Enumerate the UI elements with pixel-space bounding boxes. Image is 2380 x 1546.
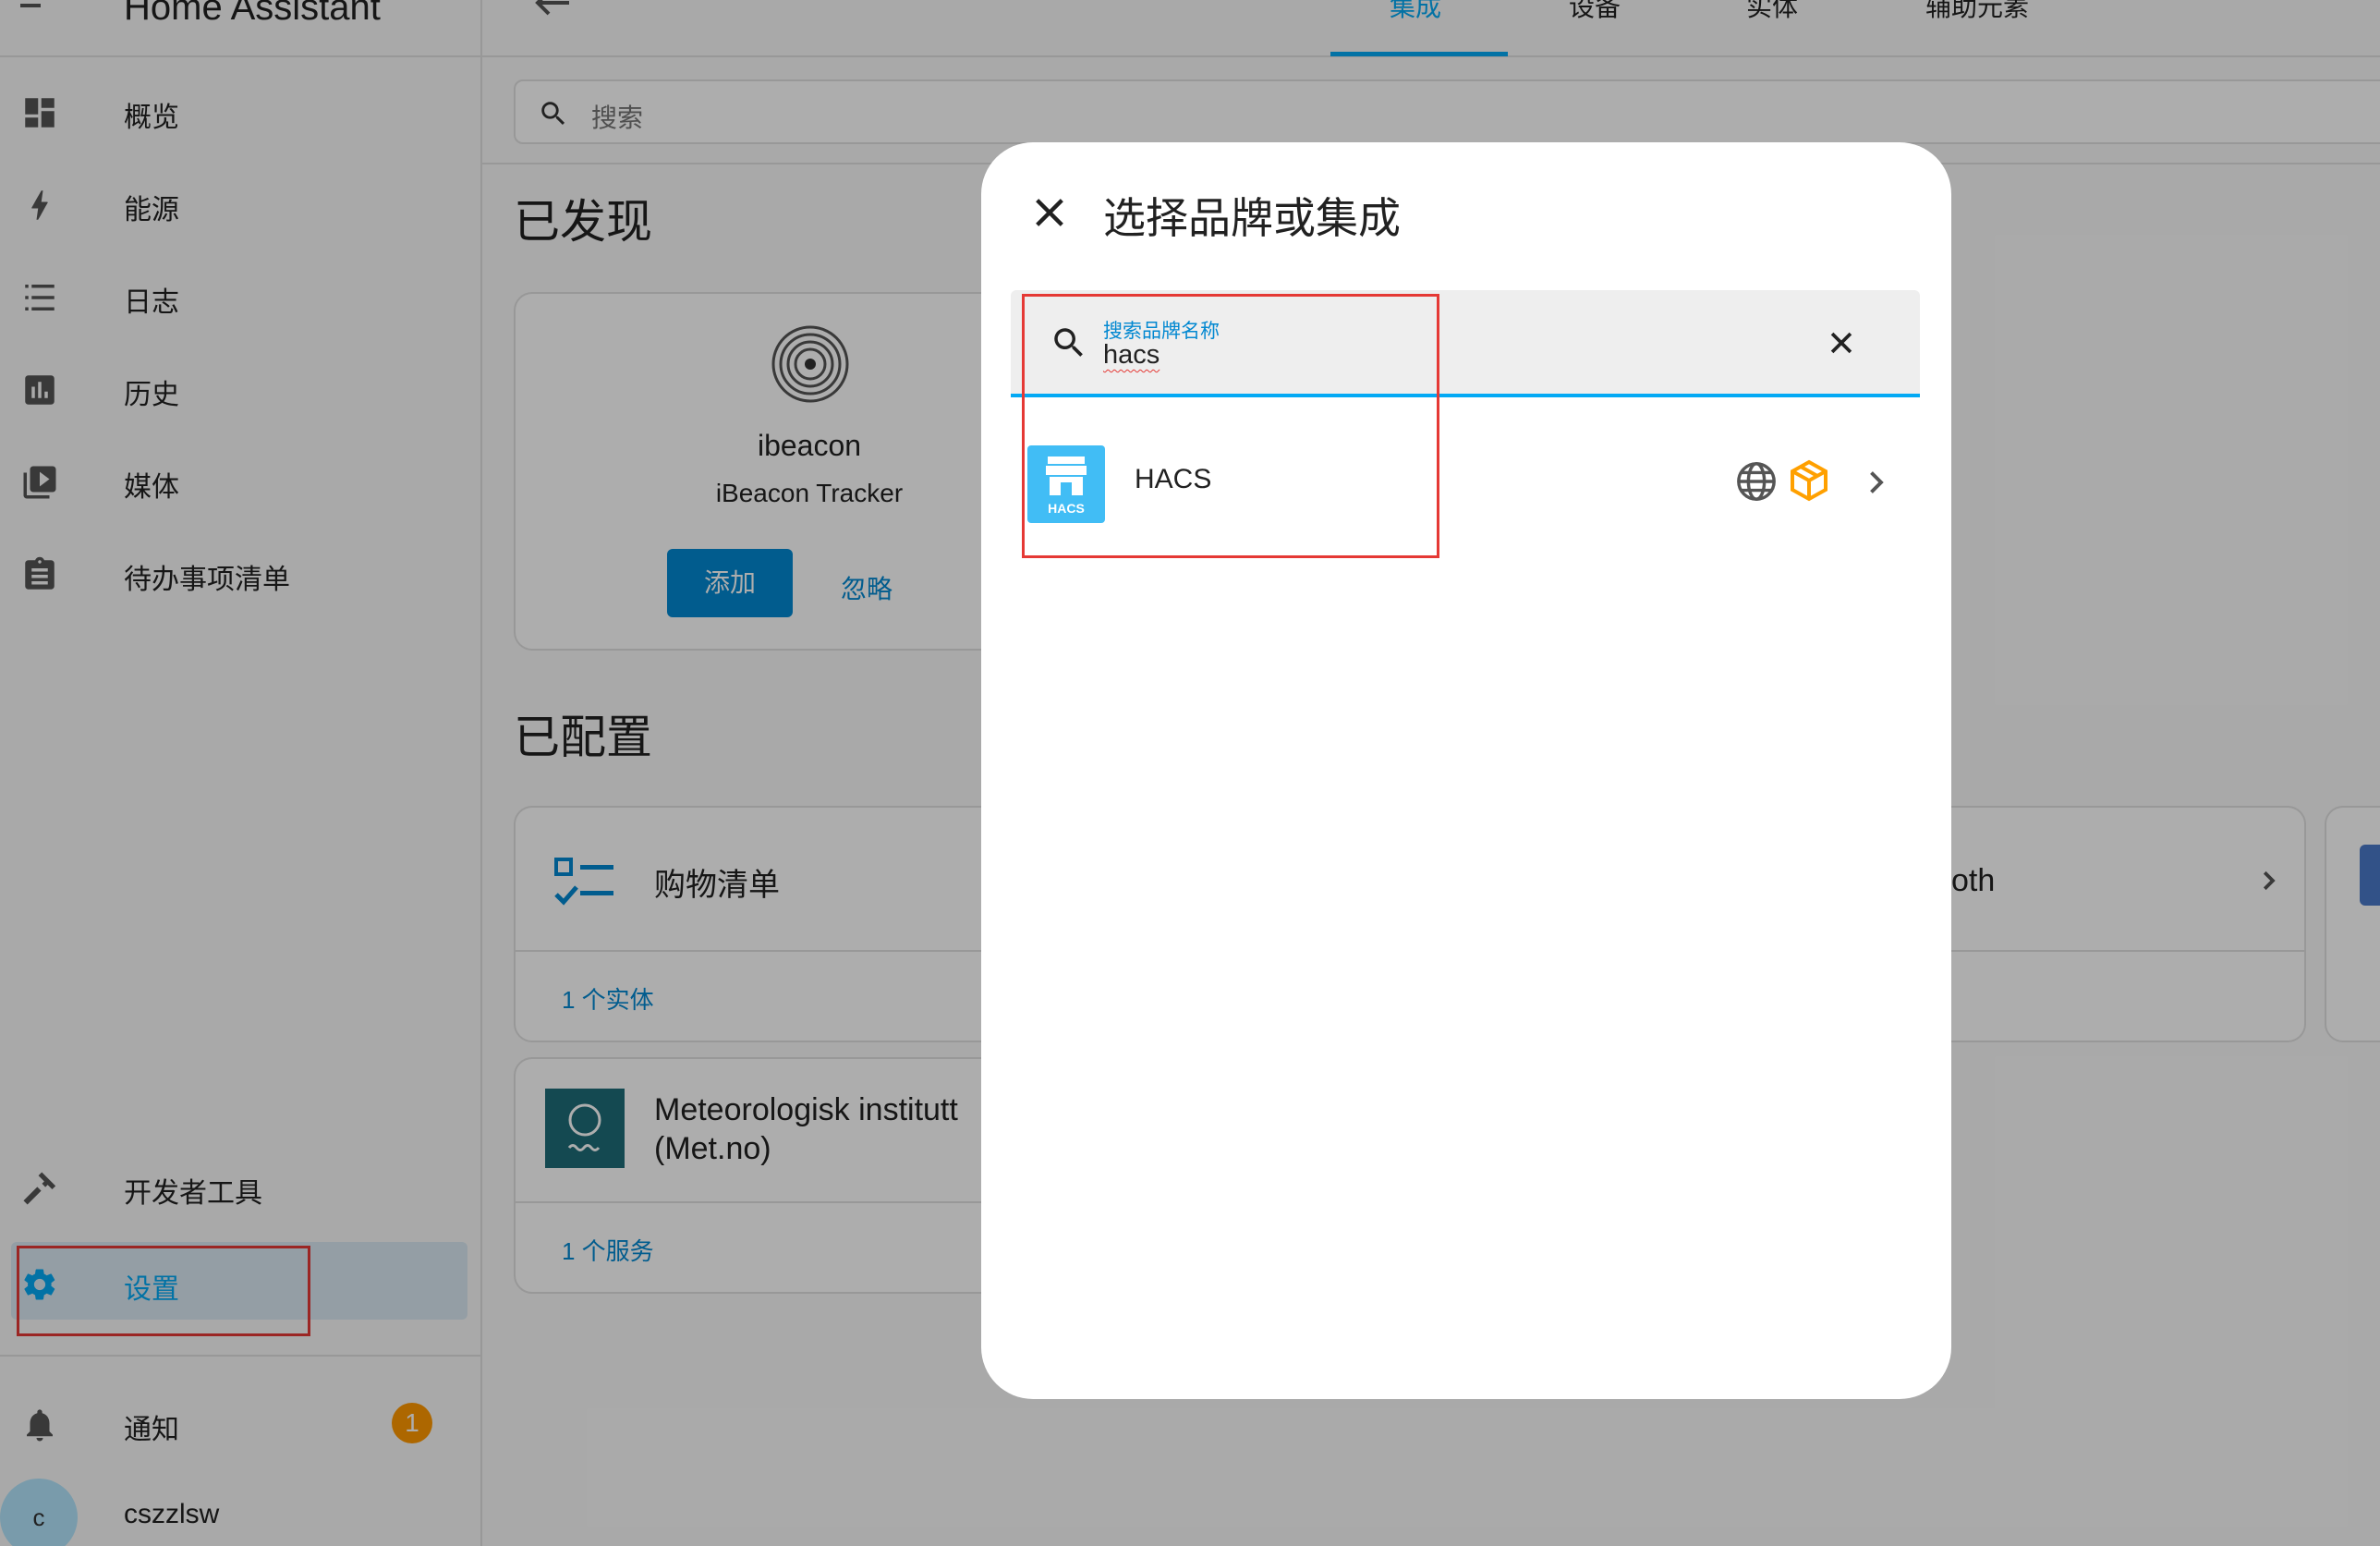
close-icon[interactable] <box>1031 194 1068 231</box>
annotation-search-result-box <box>1022 294 1439 558</box>
dialog-title: 选择品牌或集成 <box>1103 194 1401 242</box>
chevron-right-icon <box>1870 471 1884 493</box>
globe-icon <box>1737 462 1776 501</box>
clear-icon[interactable] <box>1826 327 1857 359</box>
custom-package-icon <box>1791 459 1828 502</box>
